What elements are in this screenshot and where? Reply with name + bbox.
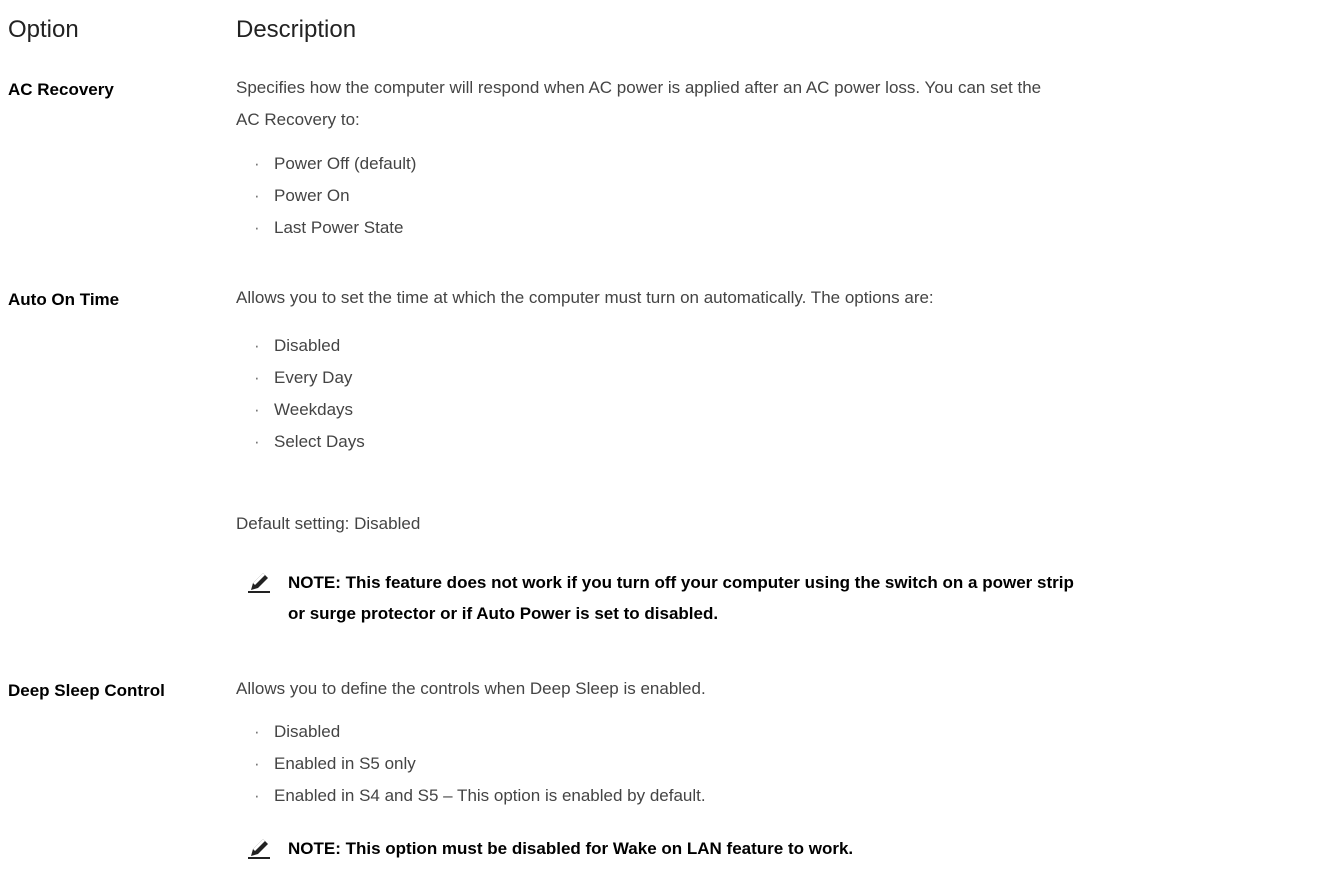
option-label-ac-recovery: AC Recovery (8, 80, 114, 99)
bullet-icon: · (254, 218, 260, 237)
auto-on-time-note: NOTE: This feature does not work if you … (248, 567, 1320, 629)
list-item: · Every Day (254, 362, 365, 394)
note-text-line2: or surge protector or if Auto Power is s… (288, 604, 719, 623)
auto-on-time-description: Allows you to set the time at which the … (236, 288, 934, 307)
bullet-icon: · (254, 786, 260, 805)
deep-sleep-control-note: NOTE: This option must be disabled for W… (248, 833, 1248, 864)
auto-on-time-default-setting: Default setting: Disabled (236, 514, 421, 533)
list-item: · Disabled (254, 716, 706, 748)
list-item: · Enabled in S4 and S5 – This option is e… (254, 780, 706, 812)
option-column-header: Option (8, 16, 79, 43)
bullet-icon: · (254, 432, 260, 451)
ac-recovery-description-line2: AC Recovery to: (236, 110, 360, 129)
deep-sleep-control-description: Allows you to define the controls when D… (236, 679, 706, 698)
list-item: · Enabled in S5 only (254, 748, 706, 780)
pencil-note-icon (248, 839, 270, 859)
pencil-note-icon (248, 573, 270, 593)
bullet-icon: · (254, 186, 260, 205)
bullet-icon: · (254, 336, 260, 355)
auto-on-time-options-list: · Disabled · Every Day · Weekdays · Select D… (254, 330, 365, 458)
list-item: · Select Days (254, 426, 365, 458)
bullet-icon: · (254, 722, 260, 741)
bullet-icon: · (254, 368, 260, 387)
bullet-icon: · (254, 754, 260, 773)
list-item: · Weekdays (254, 394, 365, 426)
ac-recovery-description-line1: Specifies how the computer will respond … (236, 78, 1042, 97)
option-label-deep-sleep-control: Deep Sleep Control (8, 681, 165, 700)
list-item: · Power Off (default) (254, 148, 416, 180)
bullet-icon: · (254, 154, 260, 173)
bullet-icon: · (254, 400, 260, 419)
list-item: · Disabled (254, 330, 365, 362)
note-text: NOTE: This option must be disabled for W… (288, 839, 854, 858)
description-column-header: Description (236, 16, 357, 43)
deep-sleep-control-options-list: · Disabled · Enabled in S5 only · Enabled i… (254, 716, 706, 812)
ac-recovery-options-list: · Power Off (default) · Power On · Last Pow… (254, 148, 416, 244)
note-text-line1: NOTE: This feature does not work if you … (288, 573, 1074, 592)
option-label-auto-on-time: Auto On Time (8, 290, 120, 309)
list-item: · Last Power State (254, 212, 416, 244)
list-item: · Power On (254, 180, 416, 212)
